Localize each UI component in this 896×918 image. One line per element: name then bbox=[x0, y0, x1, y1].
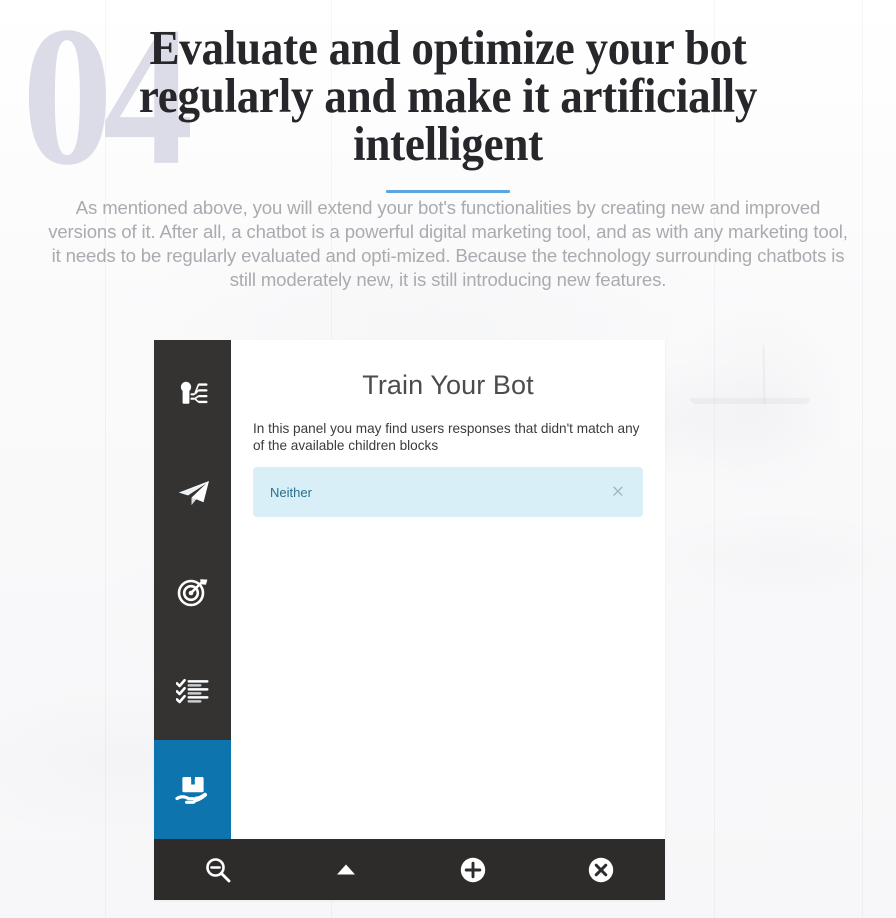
app-bottom-toolbar bbox=[154, 839, 665, 900]
hand-book-icon bbox=[174, 774, 211, 806]
sidebar-item-broadcast[interactable] bbox=[154, 443, 231, 542]
collapse-button[interactable] bbox=[282, 839, 410, 900]
flow-branch-icon bbox=[177, 380, 209, 408]
add-button[interactable] bbox=[410, 839, 538, 900]
close-icon[interactable]: × bbox=[611, 483, 625, 501]
panel-title: Train Your Bot bbox=[362, 370, 534, 400]
list-item[interactable]: Neither × bbox=[253, 467, 643, 517]
magnifier-minus-icon bbox=[204, 856, 232, 884]
checklist-icon bbox=[175, 677, 210, 705]
app-sidebar bbox=[154, 340, 231, 839]
sidebar-item-goals[interactable] bbox=[154, 542, 231, 641]
caret-up-icon bbox=[332, 856, 360, 884]
page-title: Evaluate and optimize your bot regularly… bbox=[138, 20, 758, 171]
plus-circle-icon bbox=[459, 856, 487, 884]
section-heading-block: Evaluate and optimize your bot regularly… bbox=[48, 20, 848, 193]
app-body: Train Your Bot In this panel you may fin… bbox=[154, 340, 665, 839]
background-sailboat-hull bbox=[690, 398, 810, 404]
panel-description: In this panel you may find users respons… bbox=[253, 421, 640, 453]
sidebar-item-train-bot[interactable] bbox=[154, 740, 231, 839]
chatbot-app-window: Train Your Bot In this panel you may fin… bbox=[154, 340, 665, 900]
x-circle-icon bbox=[587, 856, 615, 884]
target-icon bbox=[177, 577, 209, 607]
title-underline-accent bbox=[386, 190, 510, 193]
response-label: Neither bbox=[270, 484, 312, 500]
grid-line-4 bbox=[862, 0, 863, 918]
train-bot-panel: Train Your Bot In this panel you may fin… bbox=[231, 340, 665, 839]
sidebar-item-flow-builder[interactable] bbox=[154, 344, 231, 443]
section-paragraph: As mentioned above, you will extend your… bbox=[48, 197, 848, 290]
close-button[interactable] bbox=[537, 839, 665, 900]
unmatched-response-list: Neither × bbox=[253, 467, 643, 517]
paper-plane-icon bbox=[176, 479, 210, 507]
background-sailboat-mast bbox=[762, 344, 766, 406]
sidebar-item-tasks[interactable] bbox=[154, 641, 231, 740]
zoom-out-button[interactable] bbox=[154, 839, 282, 900]
